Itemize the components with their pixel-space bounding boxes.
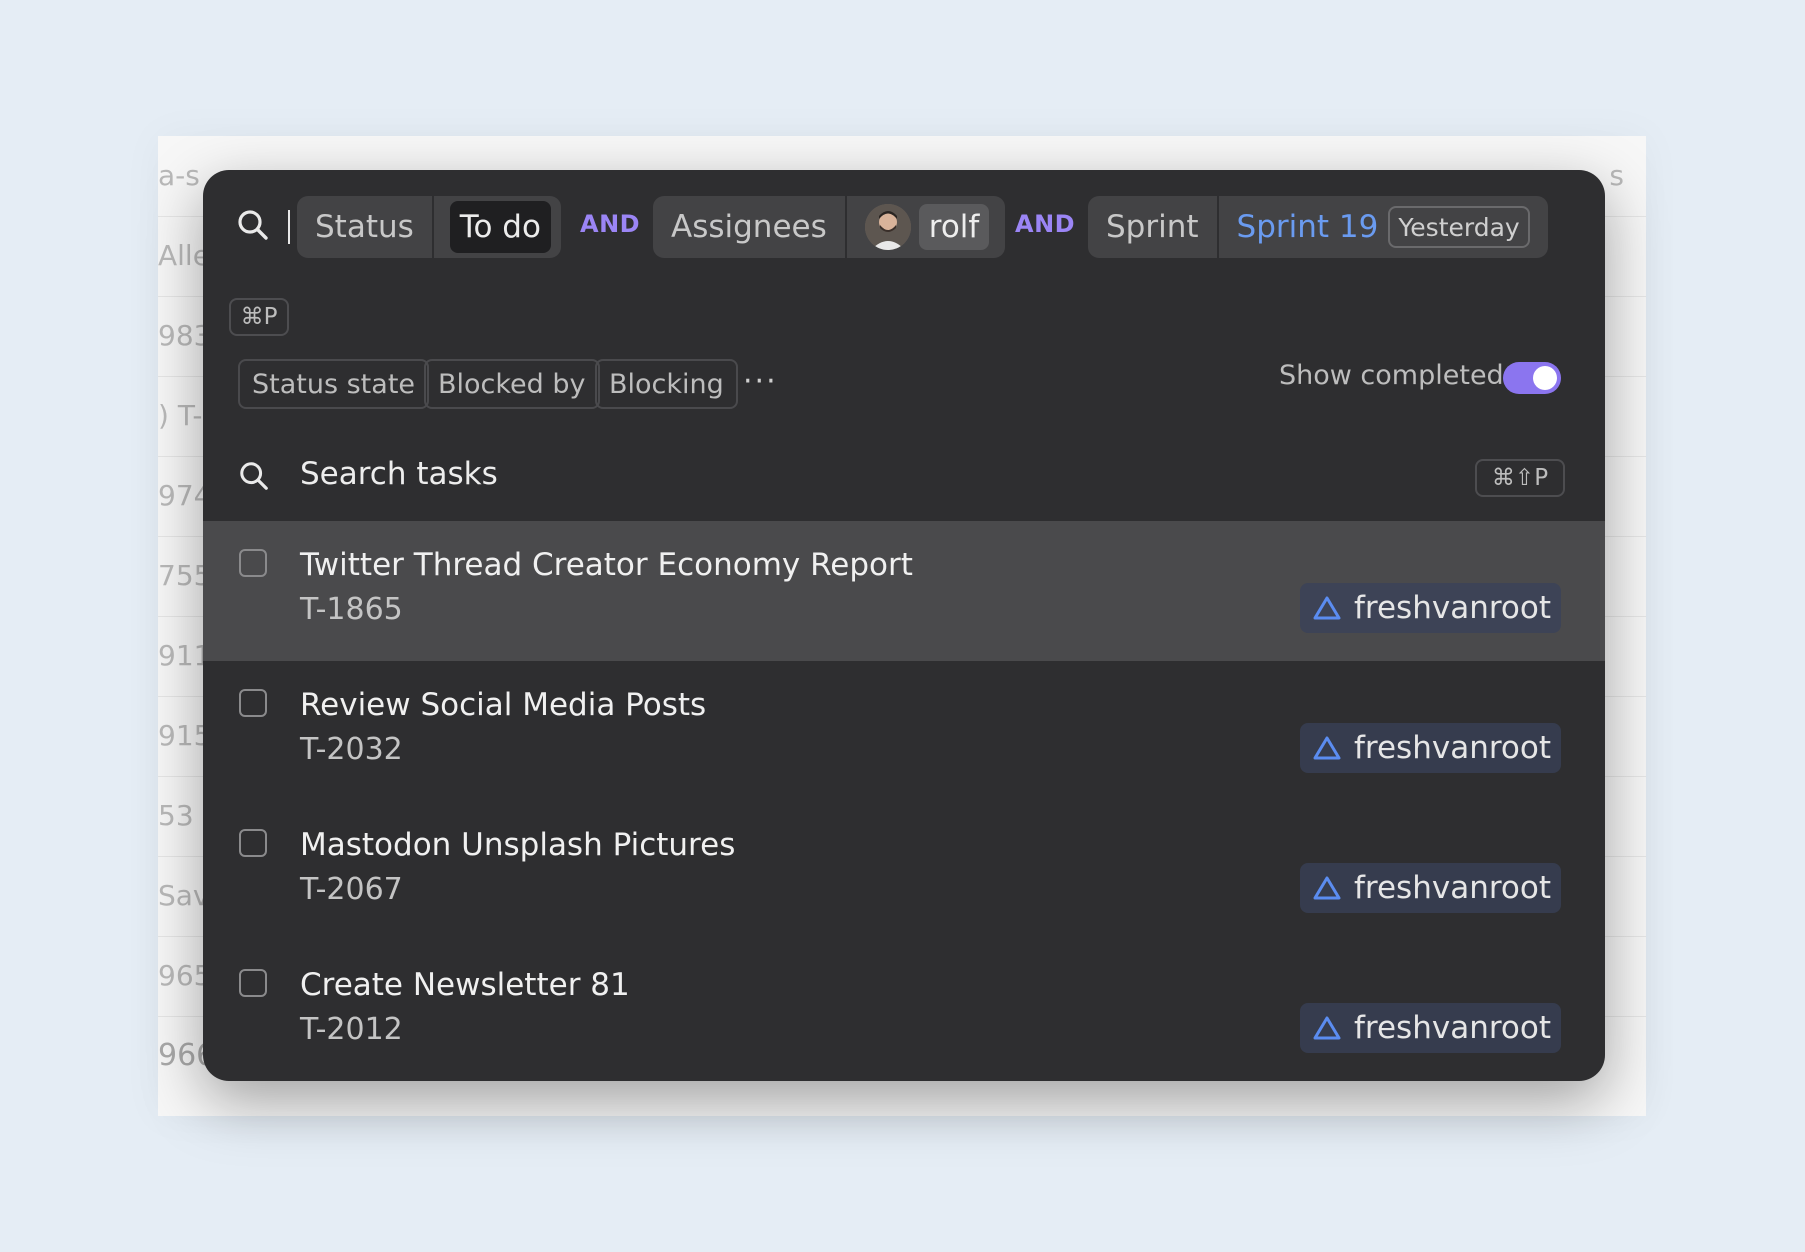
triangle-icon	[1313, 876, 1341, 900]
quick-filter-blocked-by[interactable]: Blocked by	[424, 359, 600, 409]
status-filter-value-wrap: To do	[431, 196, 561, 258]
assignee-name[interactable]: rolf	[918, 204, 990, 250]
task-row[interactable]: Review Social Media Posts T-2032 freshva…	[203, 661, 1605, 801]
task-id: T-1865	[300, 592, 403, 627]
task-row[interactable]: Twitter Thread Creator Economy Report T-…	[203, 521, 1605, 661]
status-filter-value[interactable]: To do	[449, 201, 551, 253]
bg-row-text: Sav	[158, 879, 210, 912]
task-title: Mastodon Unsplash Pictures	[300, 827, 736, 863]
and-operator[interactable]: AND	[1015, 210, 1075, 238]
more-filters-button[interactable]: ···	[743, 364, 778, 399]
task-id: T-2067	[300, 872, 403, 907]
project-tag-label: freshvanroot	[1354, 590, 1551, 626]
task-title: Review Social Media Posts	[300, 687, 707, 723]
bg-row-text: a-s	[158, 159, 200, 192]
search-shortcut-badge: ⌘⇧P	[1475, 459, 1565, 497]
show-completed-label: Show completed	[1279, 360, 1504, 391]
bg-row-right: s	[1609, 159, 1624, 192]
assignees-filter-label[interactable]: Assignees	[653, 196, 845, 258]
text-caret	[288, 210, 290, 244]
project-tag-label: freshvanroot	[1354, 870, 1551, 906]
bg-row-text: 53	[158, 799, 194, 832]
triangle-icon	[1313, 1016, 1341, 1040]
status-filter-label[interactable]: Status	[297, 196, 432, 258]
sprint-filter-value[interactable]: Sprint 19	[1219, 209, 1379, 245]
task-row[interactable]: Mastodon Unsplash Pictures T-2067 freshv…	[203, 801, 1605, 941]
avatar	[864, 204, 911, 250]
and-operator[interactable]: AND	[580, 210, 640, 238]
status-filter-chip[interactable]: Status To do	[297, 196, 561, 258]
task-id: T-2032	[300, 732, 403, 767]
triangle-icon	[1313, 736, 1341, 760]
sprint-filter-value-wrap: Sprint 19 Yesterday	[1216, 196, 1548, 258]
sprint-filter-label[interactable]: Sprint	[1088, 196, 1217, 258]
task-row[interactable]: Create Newsletter 81 T-2012 freshvanroot	[203, 941, 1605, 1081]
task-title: Twitter Thread Creator Economy Report	[300, 547, 913, 583]
assignees-filter-chip[interactable]: Assignees rolf	[653, 196, 1006, 258]
sprint-date-badge: Yesterday	[1388, 206, 1530, 248]
shortcut-badge: ⌘P	[229, 298, 289, 336]
quick-filter-blocking[interactable]: Blocking	[595, 359, 738, 409]
triangle-icon	[1313, 596, 1341, 620]
task-title: Create Newsletter 81	[300, 967, 630, 1003]
assignees-filter-value-wrap: rolf	[844, 196, 1006, 258]
search-icon	[238, 460, 270, 496]
sprint-filter-chip[interactable]: Sprint Sprint 19 Yesterday	[1088, 196, 1548, 258]
task-checkbox[interactable]	[239, 549, 267, 577]
task-id: T-2012	[300, 1012, 403, 1047]
project-tag[interactable]: freshvanroot	[1300, 723, 1561, 773]
search-tasks-input[interactable]: Search tasks	[300, 456, 498, 492]
project-tag-label: freshvanroot	[1354, 730, 1551, 766]
search-icon	[236, 208, 270, 246]
task-checkbox[interactable]	[239, 829, 267, 857]
project-tag-label: freshvanroot	[1354, 1010, 1551, 1046]
task-checkbox[interactable]	[239, 969, 267, 997]
task-checkbox[interactable]	[239, 689, 267, 717]
project-tag[interactable]: freshvanroot	[1300, 583, 1561, 633]
show-completed-toggle[interactable]	[1503, 362, 1561, 394]
bg-row-text: ) T-	[158, 399, 203, 432]
filter-modal: Status To do AND Assignees rolf AND Spri…	[203, 170, 1605, 1081]
project-tag[interactable]: freshvanroot	[1300, 1003, 1561, 1053]
quick-filter-status-state[interactable]: Status state	[238, 359, 430, 409]
toggle-knob	[1533, 366, 1557, 390]
project-tag[interactable]: freshvanroot	[1300, 863, 1561, 913]
